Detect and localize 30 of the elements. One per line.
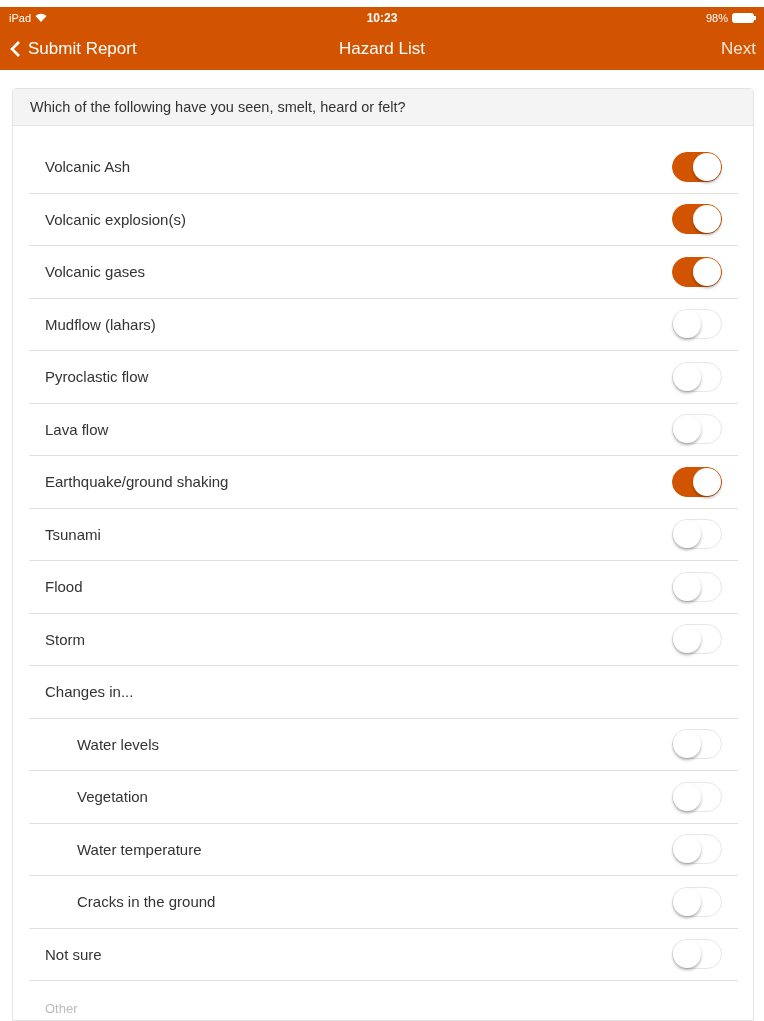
hazard-label: Flood	[45, 578, 83, 596]
battery-icon	[732, 12, 756, 23]
toggle-switch[interactable]	[672, 466, 722, 497]
chevron-left-icon	[10, 40, 21, 58]
hazard-label: Lava flow	[45, 420, 109, 438]
hazard-label: Vegetation	[77, 788, 148, 806]
hazard-label: Not sure	[45, 945, 102, 963]
hazard-label: Volcanic gases	[45, 263, 146, 281]
toggle-switch[interactable]	[672, 204, 722, 235]
hazard-label: Tsunami	[45, 525, 101, 543]
hazard-label: Earthquake/ground shaking	[45, 473, 229, 491]
wifi-icon	[35, 13, 48, 22]
toggle-switch[interactable]	[672, 256, 722, 287]
back-button[interactable]: Submit Report	[10, 39, 137, 59]
status-time: 10:23	[366, 10, 398, 25]
hazard-label: Volcanic Ash	[45, 158, 131, 176]
question-header: Which of the following have you seen, smelt, heard or felt?	[13, 89, 753, 126]
group-label: Changes in...	[45, 683, 134, 701]
hazard-label: Mudflow (lahars)	[45, 315, 156, 333]
hazard-label: Volcanic explosion(s)	[45, 210, 186, 228]
hazard-label: Cracks in the ground	[77, 893, 216, 911]
toggle-switch[interactable]	[672, 151, 722, 182]
screen-title: Hazard List	[339, 39, 425, 59]
battery-percentage: 98%	[705, 11, 728, 24]
hazard-label: Pyroclastic flow	[45, 368, 149, 386]
hazard-label: Water levels	[77, 735, 159, 753]
hazard-label: Water temperature	[77, 840, 202, 858]
hazard-label: Storm	[45, 630, 85, 648]
device-name: iPad	[9, 11, 32, 24]
next-button[interactable]: Next	[721, 39, 756, 59]
